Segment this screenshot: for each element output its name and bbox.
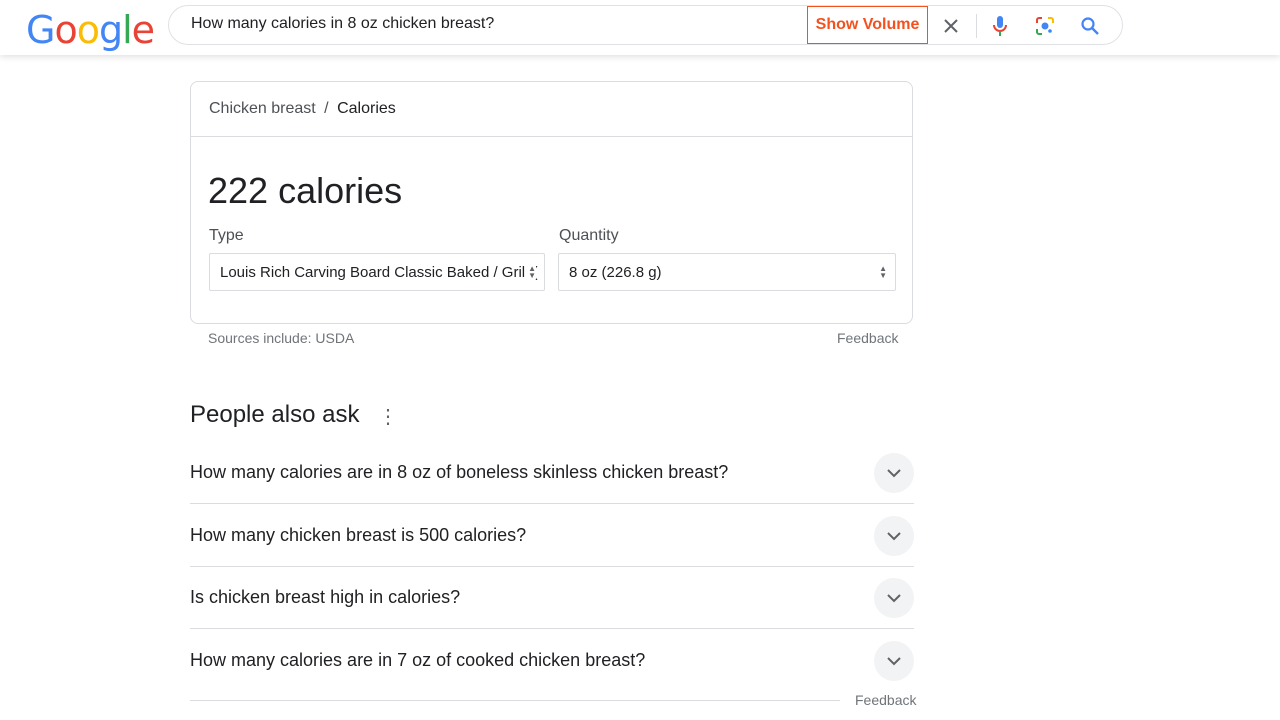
- question-text: Is chicken breast high in calories?: [190, 587, 461, 607]
- divider: [976, 14, 977, 38]
- people-also-ask-title: People also ask: [190, 401, 360, 428]
- divider: [190, 700, 840, 701]
- show-volume-button[interactable]: Show Volume: [807, 6, 928, 44]
- chevron-down-icon[interactable]: [874, 578, 914, 618]
- quantity-select[interactable]: 8 oz (226.8 g) ▲ ▼: [558, 253, 896, 291]
- breadcrumb-separator: /: [324, 100, 329, 117]
- chevron-down-icon[interactable]: [874, 516, 914, 556]
- quantity-label: Quantity: [559, 227, 619, 244]
- question-text: How many chicken breast is 500 calories?: [190, 525, 527, 545]
- search-input[interactable]: [191, 15, 791, 33]
- header: Google Show Volume: [0, 0, 1280, 55]
- type-select-value: Louis Rich Carving Board Classic Baked /…: [220, 264, 538, 281]
- select-arrows-icon: ▲ ▼: [526, 264, 536, 280]
- sources-text: Sources include: USDA: [208, 330, 355, 346]
- question-item[interactable]: How many chicken breast is 500 calories?: [190, 505, 914, 567]
- quantity-select-value: 8 oz (226.8 g): [569, 264, 662, 281]
- calories-value: 222 calories: [208, 170, 403, 211]
- chevron-down-icon[interactable]: [874, 453, 914, 493]
- question-item[interactable]: How many calories are in 8 oz of boneles…: [190, 442, 914, 504]
- clear-icon[interactable]: [939, 14, 963, 38]
- calories-card: Chicken breast / Calories 222 calories T…: [190, 81, 913, 324]
- search-box: Show Volume: [168, 5, 1123, 45]
- chevron-down-icon[interactable]: [874, 641, 914, 681]
- divider: [191, 136, 912, 137]
- question-item[interactable]: How many calories are in 7 oz of cooked …: [190, 630, 914, 692]
- search-icon[interactable]: [1078, 14, 1102, 38]
- type-select[interactable]: Louis Rich Carving Board Classic Baked /…: [209, 253, 545, 291]
- more-options-icon[interactable]: ⋮: [378, 404, 398, 429]
- google-logo[interactable]: Google: [26, 8, 155, 52]
- select-arrows-icon: ▲ ▼: [877, 264, 887, 280]
- breadcrumb-parent[interactable]: Chicken breast: [209, 100, 316, 117]
- question-text: How many calories are in 8 oz of boneles…: [190, 462, 729, 482]
- paa-feedback-link[interactable]: Feedback: [855, 692, 916, 708]
- microphone-icon[interactable]: [988, 14, 1012, 38]
- breadcrumb: Chicken breast / Calories: [209, 100, 396, 118]
- question-item[interactable]: Is chicken breast high in calories?: [190, 567, 914, 629]
- type-label: Type: [209, 227, 244, 244]
- feedback-link[interactable]: Feedback: [837, 330, 898, 346]
- breadcrumb-current: Calories: [337, 100, 396, 117]
- question-text: How many calories are in 7 oz of cooked …: [190, 650, 646, 670]
- camera-lens-icon[interactable]: [1033, 14, 1057, 38]
